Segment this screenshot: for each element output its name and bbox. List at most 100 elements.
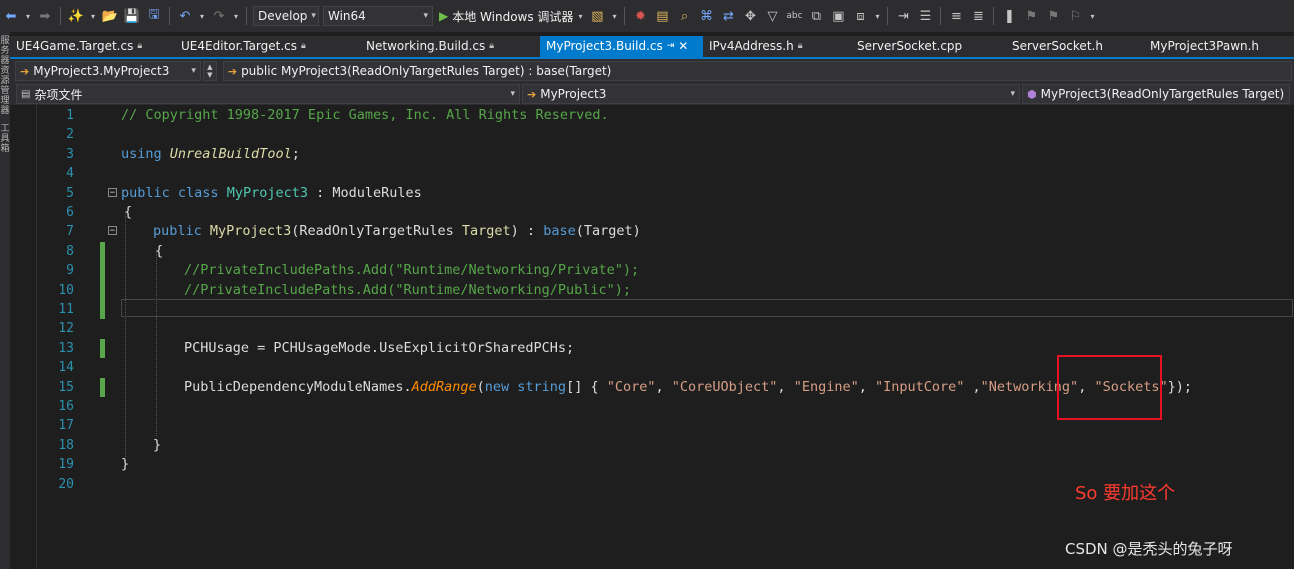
- code-text: }: [153, 436, 161, 455]
- toggle-icon[interactable]: ▣: [830, 8, 846, 24]
- tab-label: UE4Game.Target.cs: [16, 39, 134, 53]
- pin-icon[interactable]: 🔒︎: [489, 36, 494, 57]
- tab-label: MyProject3Pawn.h: [1150, 39, 1260, 53]
- dropdown-arrow-icon[interactable]: ▾: [199, 8, 205, 24]
- punct: ;: [566, 339, 575, 356]
- change-marker: [100, 241, 105, 262]
- tab-label: IPv4Address.h: [709, 39, 794, 53]
- brace: }: [121, 456, 130, 473]
- save-all-icon[interactable]: 🖫: [146, 7, 162, 24]
- dropdown-arrow-icon[interactable]: ▾: [874, 8, 880, 24]
- tab-myproject3pawn[interactable]: MyProject3Pawn.h: [1144, 36, 1284, 57]
- pin-icon[interactable]: ⇥: [667, 36, 675, 57]
- dropdown-arrow-icon[interactable]: ▾: [611, 8, 617, 24]
- method-name: AddRange: [411, 378, 477, 395]
- line-number: 5: [66, 185, 74, 201]
- window-icon[interactable]: ⧉: [808, 8, 824, 24]
- collapse-icon[interactable]: −: [108, 187, 117, 197]
- pin-icon[interactable]: 🔒︎: [137, 36, 142, 57]
- tab-myproject3-build[interactable]: MyProject3.Build.cs ⇥ ✕: [540, 36, 703, 57]
- tab-label: ServerSocket.h: [1012, 39, 1103, 53]
- code-line: 11: [10, 300, 1294, 320]
- outdent-icon[interactable]: ☰: [917, 8, 933, 24]
- dropdown-arrow-icon[interactable]: ▾: [25, 8, 31, 24]
- tab-serversocket-cpp[interactable]: ServerSocket.cpp: [851, 36, 1006, 57]
- find-in-files-icon[interactable]: ⌘: [698, 8, 714, 24]
- code-line: 6 {: [10, 203, 1294, 222]
- line-number: 8: [66, 243, 74, 259]
- save-icon[interactable]: 💾: [124, 8, 140, 24]
- redo-icon[interactable]: ↷: [211, 8, 227, 24]
- toolbar-separator: [993, 7, 995, 25]
- collapse-icon[interactable]: −: [108, 226, 117, 236]
- change-marker: [100, 300, 105, 320]
- open-folder-icon[interactable]: 📂: [102, 8, 118, 24]
- solution-platform-combo[interactable]: Win64 ▾: [323, 6, 433, 26]
- code-editor[interactable]: 1 // Copyright 1998-2017 Epic Games, Inc…: [10, 105, 1294, 569]
- line-number: 17: [58, 418, 74, 434]
- type-combo[interactable]: ➔ MyProject3.MyProject3 ▾: [15, 61, 201, 81]
- code-line: 12: [10, 319, 1294, 338]
- prev-bookmark-icon[interactable]: ⚑: [1023, 8, 1039, 24]
- play-icon: ▶: [439, 9, 449, 23]
- left-tool-strip: 服务器资源管理器 工具箱: [0, 32, 10, 569]
- chevron-down-icon[interactable]: ▾: [578, 12, 582, 21]
- bookmark-icon[interactable]: ❚: [1001, 8, 1017, 24]
- code-text: PublicDependencyModuleNames.AddRange(new…: [184, 378, 1193, 395]
- punct: (: [476, 378, 485, 395]
- comment-lines-icon[interactable]: ≡: [948, 8, 964, 24]
- comment: //PrivateIncludePaths.Add("Runtime/Netwo…: [184, 262, 640, 279]
- clear-bookmarks-icon[interactable]: ⚐: [1067, 8, 1083, 24]
- indent-icon[interactable]: ⇥: [895, 8, 911, 24]
- splitter-spinner[interactable]: ▲ ▼: [202, 61, 217, 81]
- server-explorer-tab[interactable]: 服务器资源管理器: [0, 36, 10, 116]
- pin-icon[interactable]: 🔒︎: [301, 36, 306, 57]
- line-number: 3: [66, 146, 74, 162]
- tab-serversocket-h[interactable]: ServerSocket.h: [1006, 36, 1144, 57]
- toolbar-separator: [246, 7, 247, 25]
- bug-icon[interactable]: ✹: [632, 8, 648, 24]
- close-icon[interactable]: ✕: [678, 36, 688, 57]
- solution-platform-value: Win64: [328, 9, 366, 23]
- spell-check-icon[interactable]: abc: [786, 8, 802, 24]
- dropdown-arrow-icon[interactable]: ▾: [1089, 8, 1095, 24]
- filter-icon[interactable]: ▽: [764, 8, 780, 24]
- constructor-name: MyProject3: [209, 223, 292, 240]
- tab-networking-build[interactable]: Networking.Build.cs 🔒︎: [360, 36, 540, 57]
- tab-ue4game-target[interactable]: UE4Game.Target.cs 🔒︎: [10, 36, 175, 57]
- bookmark-nav-icon[interactable]: ✥: [742, 8, 758, 24]
- code-text: using UnrealBuildTool;: [121, 145, 300, 164]
- project-combo[interactable]: ▤ 杂项文件 ▾: [16, 84, 520, 104]
- tab-ue4editor-target[interactable]: UE4Editor.Target.cs 🔒︎: [175, 36, 360, 57]
- folder-icon[interactable]: ▤: [654, 8, 670, 24]
- tab-ipv4address[interactable]: IPv4Address.h 🔒︎: [703, 36, 851, 57]
- code-rest: PublicDependencyModuleNames.: [184, 378, 412, 395]
- back-icon[interactable]: ⬅: [3, 8, 19, 24]
- dropdown-arrow-icon[interactable]: ▾: [90, 8, 96, 24]
- uncomment-lines-icon[interactable]: ≣: [970, 8, 986, 24]
- keyword: base: [543, 223, 576, 240]
- scope-combo[interactable]: ➔ MyProject3 ▾: [522, 84, 1020, 104]
- dropdown-arrow-icon[interactable]: ▾: [233, 8, 239, 24]
- new-project-icon[interactable]: ✨: [68, 8, 84, 24]
- member-combo[interactable]: ➔ public MyProject3(ReadOnlyTargetRules …: [222, 61, 1292, 81]
- compare-icon[interactable]: ⧈: [852, 8, 868, 24]
- start-debugger-button[interactable]: ▶ 本地 Windows 调试器 ▾: [439, 8, 582, 25]
- change-marker: [100, 338, 105, 359]
- param-name: Target: [461, 223, 511, 240]
- code-rest: : ModuleRules: [307, 184, 422, 201]
- next-bookmark-icon[interactable]: ⚑: [1045, 8, 1061, 24]
- code-line: 7 − public MyProject3(ReadOnlyTargetRule…: [10, 222, 1294, 241]
- undo-icon[interactable]: ↶: [177, 8, 193, 24]
- pin-icon[interactable]: 🔒︎: [798, 36, 803, 57]
- solution-config-combo[interactable]: Develop ▾: [253, 6, 319, 26]
- symbol-combo[interactable]: ⬢ MyProject3(ReadOnlyTargetRules Target): [1022, 84, 1290, 104]
- code-text: {: [124, 203, 132, 222]
- type-combo-value: MyProject3.MyProject3: [33, 64, 170, 78]
- forward-icon[interactable]: ➡: [37, 8, 53, 24]
- toolbox-tab[interactable]: 工具箱: [0, 124, 10, 154]
- navigate-icon[interactable]: ⇄: [720, 8, 736, 24]
- attach-icon[interactable]: ▧: [589, 8, 605, 24]
- chevron-down-icon: ▾: [311, 11, 316, 21]
- find-icon[interactable]: ⌕: [676, 8, 692, 24]
